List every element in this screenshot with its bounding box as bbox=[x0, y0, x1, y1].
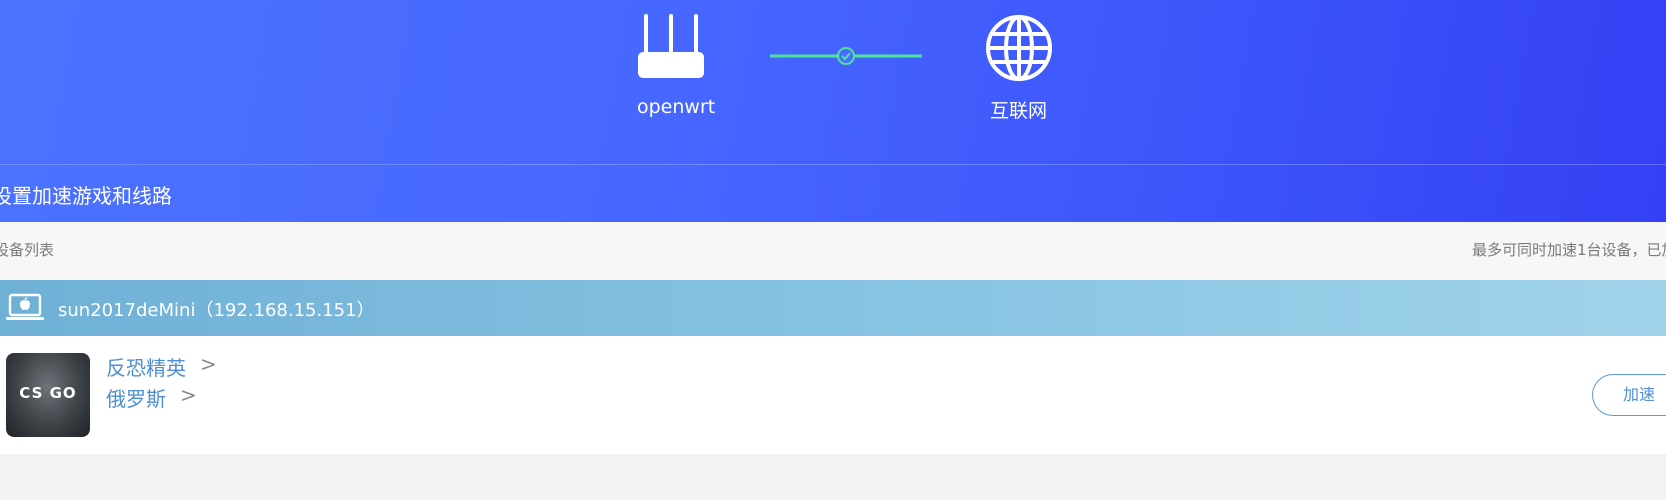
device-list-title: 设备列表 bbox=[0, 241, 55, 259]
device-list-header: 设备列表 最多可同时加速1台设备，已加 bbox=[0, 222, 1666, 280]
accelerate-button[interactable]: 加速 bbox=[1592, 374, 1666, 416]
game-cover-text: CS GO bbox=[19, 384, 77, 402]
game-region: 俄罗斯 bbox=[106, 387, 166, 411]
game-select-link[interactable]: 反恐精英 > bbox=[106, 352, 217, 381]
topology-banner: openwrt 互联网 设置加速游戏和线路 bbox=[0, 0, 1666, 222]
chevron-right-icon: > bbox=[180, 383, 197, 407]
device-limit-note: 最多可同时加速1台设备，已加 bbox=[1472, 241, 1666, 259]
router-label: openwrt bbox=[637, 96, 716, 118]
device-row[interactable]: sun2017deMini（192.168.15.151） bbox=[0, 280, 1666, 336]
chevron-right-icon: > bbox=[200, 352, 217, 376]
globe-icon bbox=[986, 15, 1052, 81]
game-row: CS GO 反恐精英 > 俄罗斯 > 加速 bbox=[0, 336, 1666, 454]
laptop-apple-icon bbox=[6, 293, 44, 320]
divider bbox=[0, 164, 1666, 165]
internet-label: 互联网 bbox=[990, 100, 1048, 122]
device-name: sun2017deMini（192.168.15.151） bbox=[58, 300, 375, 321]
connection-line bbox=[770, 47, 922, 65]
game-name: 反恐精英 bbox=[106, 356, 186, 380]
section-title: 设置加速游戏和线路 bbox=[0, 184, 172, 208]
router-icon bbox=[638, 14, 704, 78]
region-select-link[interactable]: 俄罗斯 > bbox=[106, 383, 197, 412]
game-cover-image: CS GO bbox=[6, 353, 90, 437]
